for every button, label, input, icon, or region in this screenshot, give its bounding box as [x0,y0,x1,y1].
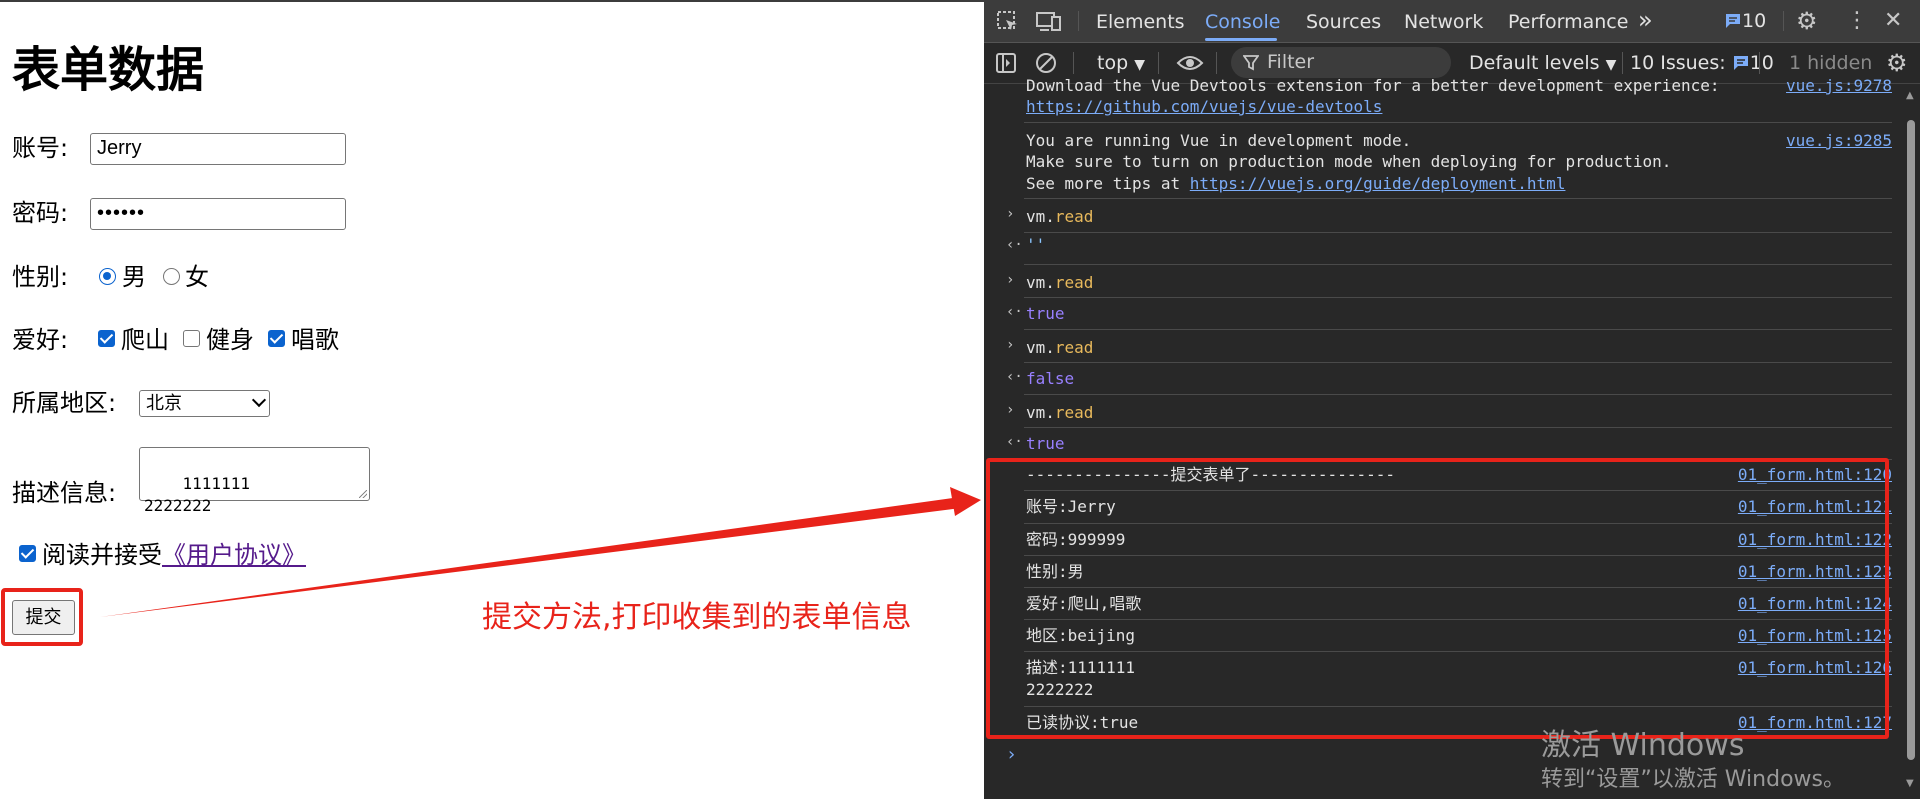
messages-count: 10 [1742,10,1767,32]
row-divider [1024,264,1892,265]
live-expression-eye-icon[interactable] [1176,54,1204,72]
console-source-link[interactable]: vue.js:9285 [1786,130,1892,151]
console-url-link[interactable]: https://vuejs.org/guide/deployment.html [1190,174,1566,193]
row-divider [1024,394,1892,395]
console-result: false [1026,369,1075,388]
inspect-element-icon[interactable] [996,10,1020,32]
windows-activation-watermark: 激活 Windows 转到“设置”以激活 Windows。 [1541,727,1845,795]
console-url-link[interactable]: https://github.com/vuejs/vue-devtools [1026,96,1382,117]
console-result: true [1026,304,1065,323]
result-arrow-icon: ‹· [1006,369,1023,385]
row-divider [1024,362,1892,363]
tab-network[interactable]: Network [1404,0,1483,42]
issues-count: 10 [1749,52,1774,74]
issues-label: 10 Issues: [1630,52,1726,74]
tab-performance[interactable]: Performance [1508,0,1628,42]
console-message: See more tips at https://vuejs.org/guide… [1026,173,1565,194]
scroll-down-icon[interactable]: ▼ [1906,778,1914,789]
toolbar-separator [1073,52,1074,74]
row-divider [1024,232,1892,233]
device-toolbar-icon[interactable] [1036,10,1062,32]
toolbar-separator [1158,52,1159,74]
expand-chevron-icon[interactable]: › [1006,206,1014,222]
eval-property: read [1054,207,1094,226]
console-input: vm.read [1026,206,1093,227]
toolbar-separator [1622,52,1623,74]
eval-property: read [1054,338,1094,357]
eval-object: vm. [1026,338,1055,357]
result-arrow-icon: ‹· [1006,434,1023,450]
caret-down-icon: ▼ [1134,57,1145,73]
clear-console-icon[interactable] [1035,52,1057,74]
console-message-prefix: See more tips at [1026,174,1190,193]
messages-counter[interactable]: 10 [1724,0,1766,42]
console-source-link[interactable]: vue.js:9278 [1786,75,1892,96]
row-divider [1024,427,1892,428]
console-message: You are running Vue in development mode. [1026,131,1412,150]
kebab-menu-icon[interactable]: ⋮ [1846,0,1868,42]
filter-input[interactable]: Filter [1231,47,1451,78]
console-message: Download the Vue Devtools extension for … [1026,76,1720,95]
tab-separator [1783,11,1784,31]
console-input: vm.read [1026,272,1093,293]
eval-object: vm. [1026,207,1055,226]
console-message: Make sure to turn on production mode whe… [1026,152,1672,171]
eval-property: read [1054,273,1094,292]
context-value: top [1097,52,1129,74]
tab-separator [1078,11,1079,31]
scroll-thumb[interactable] [1907,120,1915,760]
watermark-line2: 转到“设置”以激活 Windows。 [1541,767,1845,792]
result-arrow-icon: ‹· [1006,304,1023,320]
tab-sources[interactable]: Sources [1306,0,1381,42]
caret-down-icon: ▼ [1605,57,1617,73]
active-tab-indicator [1205,38,1277,41]
console-input: vm.read [1026,337,1093,358]
filter-funnel-icon [1243,55,1259,71]
prompt-chevron-icon: › [1006,744,1017,765]
more-tabs-chevron-icon[interactable]: » [1638,0,1653,42]
console-result: true [1026,434,1065,453]
row-divider [1024,122,1892,123]
message-icon [1726,14,1740,28]
row-divider [1024,297,1892,298]
expand-chevron-icon[interactable]: › [1006,337,1014,353]
arrow-shaft [100,497,961,617]
sidebar-toggle-icon[interactable] [995,52,1017,74]
row-divider [1024,198,1892,199]
arrow-head [950,487,981,516]
levels-label: Default levels [1469,52,1600,74]
console-result: '' [1026,235,1046,254]
scroll-up-icon[interactable]: ▲ [1906,90,1914,101]
toolbar-separator [1759,52,1760,74]
settings-gear-icon[interactable]: ⚙ [1796,0,1818,42]
watermark-line1: 激活 Windows [1541,728,1745,763]
toolbar-separator [1216,52,1217,74]
row-divider [1024,329,1892,330]
close-icon[interactable]: ✕ [1884,0,1902,42]
result-arrow-icon: ‹· [1006,237,1023,253]
message-icon [1733,56,1748,70]
tab-elements[interactable]: Elements [1096,0,1185,42]
console-scrollbar[interactable]: ▲ ▼ [1902,84,1920,799]
filter-placeholder: Filter [1267,51,1315,73]
eval-object: vm. [1026,273,1055,292]
expand-chevron-icon[interactable]: › [1006,402,1014,418]
devtools-tabbar: Elements Console Sources Network Perform… [984,0,1920,43]
console-highlight-box [986,458,1889,739]
eval-object: vm. [1026,403,1055,422]
console-input: vm.read [1026,402,1093,423]
expand-chevron-icon[interactable]: › [1006,272,1014,288]
tab-console[interactable]: Console [1205,0,1280,42]
eval-property: read [1054,403,1094,422]
